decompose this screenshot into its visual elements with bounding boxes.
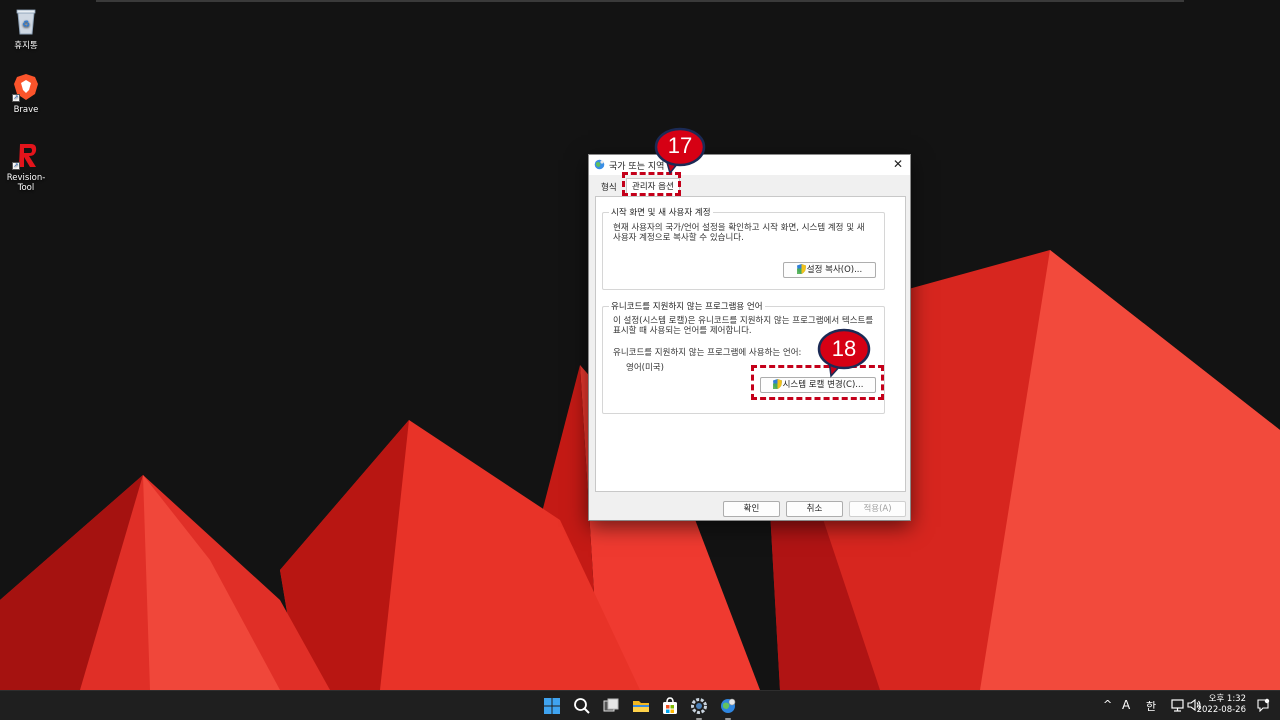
cancel-button[interactable]: 취소	[786, 501, 843, 517]
desktop-icon-brave[interactable]: ↗ Brave	[0, 72, 52, 115]
recycle-bin-icon: ♻	[11, 6, 41, 36]
desktop-icon-label: Revision-Tool	[6, 173, 46, 193]
desktop-icon-revision-tool[interactable]: ↗ Revision-Tool	[0, 140, 52, 193]
notification-icon[interactable]	[1256, 698, 1270, 713]
apply-button[interactable]: 적용(A)	[849, 501, 906, 517]
region-settings-icon[interactable]	[718, 696, 738, 720]
annotation-number: 18	[831, 336, 857, 361]
brave-logo-icon: ↗	[11, 72, 41, 102]
input-mode-indicator[interactable]: A	[1122, 698, 1130, 712]
taskbar-clock[interactable]: 오후 1:32 2022-08-26	[1197, 694, 1246, 716]
tray-overflow-chevron-icon[interactable]: ^	[1103, 698, 1112, 711]
desktop-icon-label: 휴지통	[14, 41, 38, 51]
store-icon[interactable]	[660, 696, 680, 716]
group-title: 유니코드를 지원하지 않는 프로그램용 언어	[609, 300, 765, 312]
task-view-icon[interactable]	[601, 696, 621, 716]
group-title: 시작 화면 및 새 사용자 계정	[609, 206, 713, 218]
ok-button[interactable]: 확인	[723, 501, 780, 517]
top-edge-strip	[96, 0, 1184, 2]
network-icon[interactable]	[1170, 697, 1186, 713]
annotation-number: 17	[667, 133, 693, 158]
desktop-icon-recycle-bin[interactable]: ♻ 휴지통	[0, 6, 52, 51]
windows-start-icon[interactable]	[542, 696, 562, 716]
ime-indicator[interactable]: 한	[1146, 698, 1156, 714]
shortcut-arrow-icon: ↗	[12, 94, 20, 102]
copy-settings-button[interactable]: 설정 복사(O)...	[783, 262, 876, 278]
search-icon[interactable]	[572, 696, 592, 716]
group-description: 현재 사용자의 국가/언어 설정을 확인하고 시작 화면, 시스템 계정 및 새…	[613, 223, 865, 243]
tab-format[interactable]: 형식	[597, 181, 621, 197]
taskbar: ^ A 한 오후 1:32 2022-08-26	[0, 690, 1280, 720]
annotation-bubble-17: 17	[654, 127, 706, 175]
file-explorer-icon[interactable]	[631, 696, 651, 716]
clock-time: 오후 1:32	[1208, 694, 1246, 704]
region-globe-icon	[594, 159, 605, 170]
revision-tool-logo-icon: ↗	[11, 140, 41, 170]
clock-date: 2022-08-26	[1196, 705, 1246, 715]
annotation-bubble-18: 18	[817, 328, 871, 378]
svg-text:♻: ♻	[22, 20, 30, 30]
settings-icon[interactable]	[689, 696, 709, 720]
welcome-screen-group: 시작 화면 및 새 사용자 계정 현재 사용자의 국가/언어 설정을 확인하고 …	[602, 206, 885, 290]
close-button[interactable]: ✕	[886, 155, 910, 175]
uac-shield-icon	[796, 264, 806, 274]
copy-settings-label: 설정 복사(O)...	[806, 265, 863, 275]
annotation-highlight-box-17	[622, 172, 681, 196]
close-icon: ✕	[892, 157, 904, 171]
desktop-icon-label: Brave	[13, 105, 39, 115]
shortcut-arrow-icon: ↗	[12, 162, 20, 170]
